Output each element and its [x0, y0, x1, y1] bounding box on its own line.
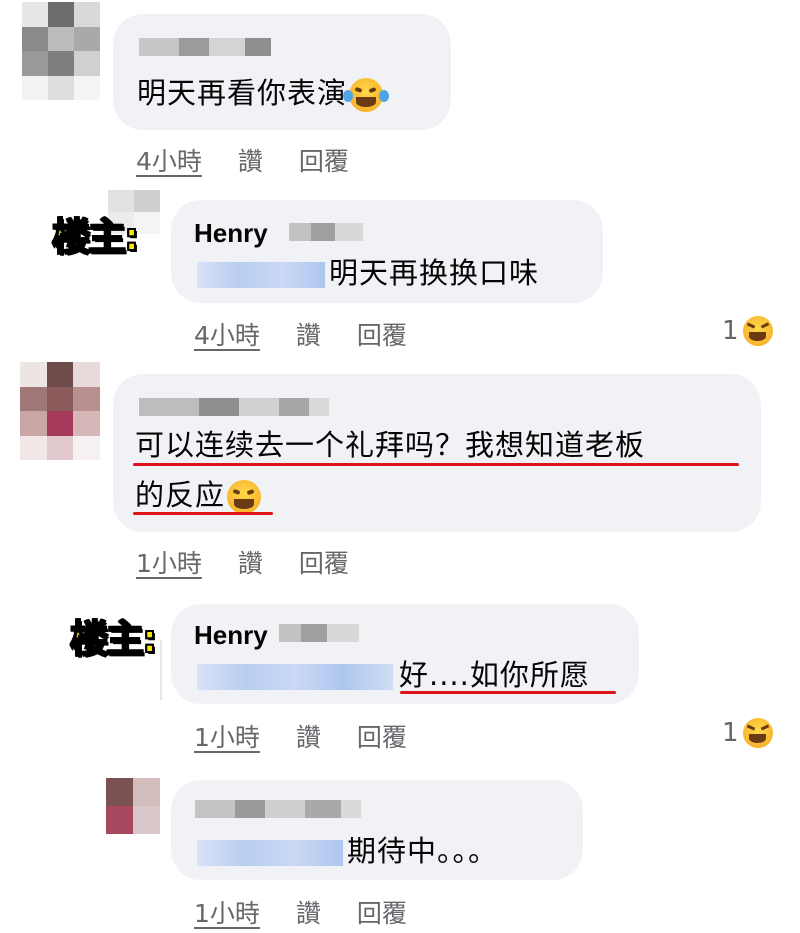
- comment-bubble: 可以连续去一个礼拜吗？我想知道老板 的反应: [113, 374, 761, 532]
- blurred-mention[interactable]: [197, 840, 343, 866]
- reply-button[interactable]: 回覆: [357, 718, 407, 754]
- owner-badge: 楼主:: [51, 214, 140, 260]
- reply-button[interactable]: 回覆: [299, 142, 349, 178]
- reaction-count: 1: [722, 316, 739, 346]
- haha-reaction-icon: [740, 716, 775, 750]
- highlight-underline: [133, 512, 273, 515]
- timestamp-link[interactable]: 1小時: [194, 894, 260, 930]
- like-button[interactable]: 讚: [296, 718, 321, 754]
- reply-button[interactable]: 回覆: [357, 316, 407, 352]
- comment-bubble: Henry 明天再换换口味: [171, 200, 603, 303]
- timestamp-link[interactable]: 1小時: [194, 718, 260, 754]
- haha-reaction-icon: [740, 314, 775, 348]
- blurred-author-name[interactable]: [195, 800, 361, 818]
- avatar[interactable]: [22, 2, 100, 100]
- highlight-underline: [133, 463, 739, 466]
- blurred-mention[interactable]: [197, 664, 393, 690]
- comment-actions: 1小時 讚 回覆: [194, 894, 407, 930]
- reaction-summary[interactable]: 1: [722, 314, 775, 348]
- like-button[interactable]: 讚: [296, 894, 321, 930]
- comment-text-line1: 可以连续去一个礼拜吗？我想知道老板: [135, 428, 646, 462]
- laughing-tears-emoji: [343, 78, 390, 112]
- author-name[interactable]: Henry: [194, 620, 268, 651]
- avatar[interactable]: [20, 362, 100, 460]
- comment-bubble: 期待中。。。: [171, 780, 583, 880]
- comment-bubble: 明天再看你表演: [113, 14, 451, 130]
- like-button[interactable]: 讚: [296, 316, 321, 352]
- grinning-emoji: [227, 480, 262, 514]
- thread-connector: [160, 640, 162, 700]
- comment-actions: 4小時 讚 回覆: [136, 142, 349, 178]
- timestamp-link[interactable]: 4小時: [194, 316, 260, 352]
- reply-button[interactable]: 回覆: [299, 544, 349, 580]
- comment-text: 明天再换换口味: [197, 252, 539, 294]
- reply-button[interactable]: 回覆: [357, 894, 407, 930]
- timestamp-link[interactable]: 1小時: [136, 544, 202, 580]
- like-button[interactable]: 讚: [238, 544, 263, 580]
- author-name[interactable]: Henry: [194, 218, 268, 249]
- comment-text: 明天再看你表演: [137, 72, 390, 114]
- avatar[interactable]: [106, 778, 160, 834]
- comment-text: 好....如你所愿: [197, 654, 590, 696]
- reaction-count: 1: [722, 718, 739, 748]
- like-button[interactable]: 讚: [238, 142, 263, 178]
- timestamp-link[interactable]: 4小時: [136, 142, 202, 178]
- comment-actions: 1小時 讚 回覆: [194, 718, 407, 754]
- blurred-author-name[interactable]: [139, 38, 271, 56]
- comment-bubble: Henry 好....如你所愿: [171, 604, 639, 704]
- comment-text: 期待中。。。: [197, 830, 498, 872]
- blurred-author-name[interactable]: [139, 398, 329, 416]
- reaction-summary[interactable]: 1: [722, 716, 775, 750]
- comment-actions: 1小時 讚 回覆: [136, 544, 349, 580]
- comment-actions: 4小時 讚 回覆: [194, 316, 407, 352]
- blurred-author-surname: [289, 223, 363, 241]
- highlight-underline: [400, 691, 616, 694]
- owner-badge: 楼主:: [69, 616, 158, 662]
- comment-text-line2: 的反应: [135, 474, 262, 516]
- blurred-mention[interactable]: [197, 262, 325, 288]
- blurred-author-surname: [279, 624, 359, 642]
